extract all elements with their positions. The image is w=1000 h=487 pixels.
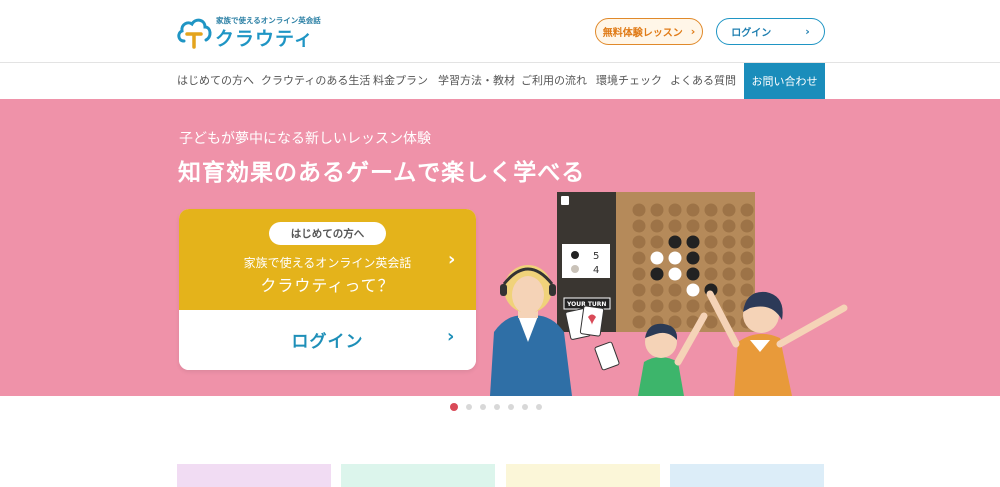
carousel-dot[interactable] [494,404,500,410]
free-trial-label: 無料体験レッスン [602,28,683,39]
nav-contact-button[interactable]: お問い合わせ [744,63,825,99]
hero-title: 知育効果のあるゲームで楽しく学べる [178,160,586,186]
carousel-dots [450,402,542,412]
chevron-right-icon: › [447,326,455,347]
chevron-right-icon: › [805,25,810,38]
feature-tile-3[interactable] [506,464,660,487]
feature-tile-2[interactable] [341,464,495,487]
carousel-dot[interactable] [466,404,472,410]
feature-tile-4[interactable] [670,464,824,487]
site-header: 家族で使えるオンライン英会話 クラウティ 無料体験レッスン › ログイン › [0,0,1000,63]
about-line1: 家族で使えるオンライン英会話 [243,256,412,270]
nav-item-pricing[interactable]: 料金プラン [373,63,428,99]
cloud-logo-icon [177,18,212,49]
chevron-right-icon: › [690,25,696,38]
nav-item-flow[interactable]: ご利用の流れ [521,63,587,99]
carousel-dot[interactable] [536,404,542,410]
about-link-panel[interactable]: はじめての方へ 家族で使えるオンライン英会話 クラウティって？ › [179,209,476,310]
header-login-button[interactable]: ログイン › [716,18,825,45]
game-lesson-illustration: 5 4 YOUR TURN [490,192,848,396]
header-login-label: ログイン [731,28,772,39]
score-black: 5 [593,251,599,262]
card-login-label: ログイン [291,332,364,352]
carousel-dot[interactable] [450,403,458,411]
nav-item-beginners[interactable]: はじめての方へ [177,63,254,99]
score-white: 4 [593,265,599,276]
nav-item-life[interactable]: クラウティのある生活 [261,63,370,99]
hero-subtitle: 子どもが夢中になる新しいレッスン体験 [179,131,431,147]
feature-tile-1[interactable] [177,464,331,487]
beginners-pill: はじめての方へ [269,222,386,245]
site-logo[interactable]: 家族で使えるオンライン英会話 クラウティ [176,13,321,53]
nav-item-env-check[interactable]: 環境チェック [596,63,662,99]
carousel-dot[interactable] [522,404,528,410]
free-trial-button[interactable]: 無料体験レッスン › [595,18,703,45]
main-nav: はじめての方へ クラウティのある生活 料金プラン 学習方法・教材 ご利用の流れ … [0,63,1000,99]
chevron-right-icon: › [448,249,456,270]
nav-item-faq[interactable]: よくある質問 [670,63,736,99]
logo-name: クラウティ [215,28,314,50]
hero-banner: 子どもが夢中になる新しいレッスン体験 知育効果のあるゲームで楽しく学べる はじめ… [0,99,1000,396]
carousel-dot[interactable] [480,404,486,410]
card-login-button[interactable]: ログイン › [179,310,476,370]
nav-item-learning[interactable]: 学習方法・教材 [438,63,515,99]
carousel-dot[interactable] [508,404,514,410]
about-line2: クラウティって？ [260,276,395,295]
hero-card: はじめての方へ 家族で使えるオンライン英会話 クラウティって？ › ログイン › [179,209,476,370]
